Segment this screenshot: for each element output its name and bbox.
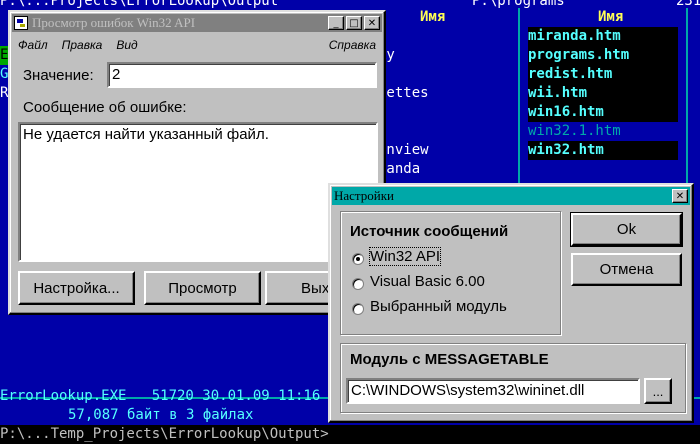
value-label: Значение: bbox=[23, 67, 94, 84]
radio-label-selected-module[interactable]: Выбранный модуль bbox=[370, 298, 507, 315]
menu-file[interactable]: Файл bbox=[18, 38, 48, 52]
settings-button[interactable]: Настройка... bbox=[18, 271, 135, 305]
radio-selected-module[interactable] bbox=[352, 303, 364, 315]
minimize-button[interactable]: _ bbox=[328, 16, 344, 30]
maximize-button[interactable]: □ bbox=[346, 16, 362, 30]
module-group-label: Модуль с MESSAGETABLE bbox=[350, 351, 549, 368]
menu-bar: Файл Правка Вид bbox=[18, 38, 138, 52]
message-text: Не удается найти указанный файл. bbox=[23, 126, 269, 143]
view-button[interactable]: Просмотр bbox=[144, 271, 261, 305]
message-textarea[interactable]: Не удается найти указанный файл. bbox=[18, 122, 378, 262]
window-title: Просмотр ошибок Win32 API bbox=[32, 15, 196, 30]
list-item[interactable]: redist.htm bbox=[528, 65, 678, 84]
dialog-title: Настройки bbox=[334, 188, 394, 203]
source-group-label: Источник сообщений bbox=[350, 223, 509, 240]
radio-win32-api[interactable] bbox=[352, 253, 364, 265]
list-item[interactable]: miranda.htm bbox=[528, 27, 678, 46]
menu-view[interactable]: Вид bbox=[116, 38, 137, 52]
radio-label-win32-api[interactable]: Win32 API bbox=[368, 247, 442, 266]
summary-line: 57,087 байт в 3 файлах bbox=[68, 407, 254, 423]
module-path-text: C:\WINDOWS\system32\wininet.dll bbox=[351, 382, 585, 399]
radio-label-vb6[interactable]: Visual Basic 6.00 bbox=[370, 273, 485, 290]
command-line[interactable]: P:\...Temp_Projects\ErrorLookup\Output> bbox=[0, 425, 700, 444]
status-line: ErrorLookup.EXE 51720 30.01.09 11:16 bbox=[0, 388, 321, 404]
value-input-text: 2 bbox=[112, 66, 121, 83]
window-titlebar[interactable]: Просмотр ошибок Win32 API _ □ ✕ bbox=[12, 14, 382, 32]
menu-edit[interactable]: Правка bbox=[62, 38, 103, 52]
list-item[interactable]: wii.htm bbox=[528, 84, 678, 103]
browse-button[interactable]: ... bbox=[644, 378, 672, 404]
list-item[interactable]: programs.htm bbox=[528, 46, 678, 65]
module-path-input[interactable]: C:\WINDOWS\system32\wininet.dll bbox=[346, 378, 640, 404]
right-size-fragment: 231 bbox=[676, 0, 700, 9]
ok-button[interactable]: Ok bbox=[570, 212, 683, 247]
list-item[interactable]: win16.htm bbox=[528, 103, 678, 122]
close-button[interactable]: ✕ bbox=[672, 189, 688, 203]
value-input[interactable]: 2 bbox=[107, 62, 377, 88]
column-header-name-right: Имя bbox=[598, 9, 624, 25]
list-item-selected[interactable]: win32.1.htm bbox=[528, 122, 678, 141]
dialog-titlebar[interactable]: Настройки ✕ bbox=[332, 187, 690, 205]
close-button[interactable]: ✕ bbox=[364, 16, 380, 30]
cancel-button[interactable]: Отмена bbox=[571, 253, 682, 286]
menu-help[interactable]: Справка bbox=[329, 38, 376, 52]
column-header-name-left: Имя bbox=[420, 9, 446, 25]
list-item[interactable]: win32.htm bbox=[528, 141, 678, 160]
settings-dialog: Настройки ✕ Источник сообщений Win32 API… bbox=[328, 183, 694, 423]
radio-vb6[interactable] bbox=[352, 278, 364, 290]
app-icon bbox=[14, 16, 28, 30]
message-label: Сообщение об ошибке: bbox=[23, 99, 187, 116]
